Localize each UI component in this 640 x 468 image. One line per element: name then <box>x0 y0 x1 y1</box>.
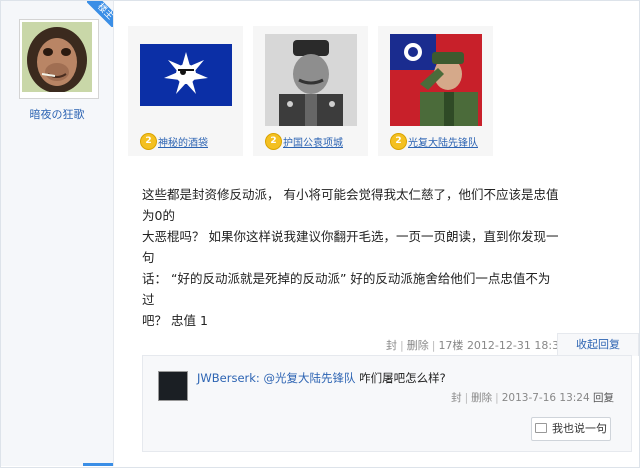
level-icon: 2 <box>265 133 282 150</box>
comment-icon <box>535 423 547 433</box>
level-icon: 2 <box>390 133 407 150</box>
reply-line: JWBerserk: @光复大陆先锋队 咋们屠吧怎么样? <box>197 370 446 386</box>
card-yuan[interactable]: 2 护国公袁项城 <box>253 26 368 156</box>
column-accent <box>83 463 113 466</box>
reply-time: 2013-7-16 13:24 <box>501 392 590 404</box>
owner-badge: 楼主 <box>87 1 113 27</box>
post-content: 这些都是封资修反动派， 有小将可能会觉得我太仁慈了，他们不应该是忠值为0的 大恶… <box>142 184 562 331</box>
reply-area: JWBerserk: @光复大陆先锋队 咋们屠吧怎么样? 封 | 删除 | 2013-7… <box>142 355 632 452</box>
reply-username[interactable]: JWBerserk: <box>197 371 260 385</box>
post-line: 话： “好的反动派就是死掉的反动派” 好的反动派施舍给他们一点忠值不为过 <box>142 271 551 307</box>
say-something-button[interactable]: 我也说一句 <box>531 417 611 441</box>
reply-mention[interactable]: @光复大陆先锋队 <box>263 371 355 385</box>
author-username[interactable]: 暗夜の狂歌 <box>1 106 113 122</box>
reply-text: 咋们屠吧怎么样? <box>359 371 446 385</box>
author-column: 楼主 暗夜の狂歌 <box>1 1 114 466</box>
card-name[interactable]: 光复大陆先锋队 <box>408 134 478 149</box>
reply-meta: 封 | 删除 | 2013-7-16 13:24 回复 <box>451 392 614 404</box>
level-icon: 2 <box>140 133 157 150</box>
floor-number: 17楼 <box>438 339 464 352</box>
post-meta: 封 | 删除 | 17楼 2012-12-31 18:34 <box>386 339 567 352</box>
post-line: 这些都是封资修反动派， 有小将可能会觉得我太仁慈了，他们不应该是忠值为0的 <box>142 187 559 223</box>
reply-link[interactable]: 回复 <box>593 392 614 404</box>
chimp-avatar-image <box>22 22 92 92</box>
retract-reply-button[interactable]: 收起回复 <box>557 333 639 356</box>
seal-link[interactable]: 封 <box>451 392 462 404</box>
post-line: 吧？ 忠值 1 <box>142 313 208 328</box>
say-button-label: 我也说一句 <box>552 422 607 435</box>
card-kmt-flag[interactable]: 2 神秘的酒袋 <box>128 26 243 156</box>
kmt-flag-pirate-image <box>140 44 232 106</box>
card-name[interactable]: 护国公袁项城 <box>283 134 343 149</box>
reply-avatar[interactable] <box>158 371 188 401</box>
seal-link[interactable]: 封 <box>386 339 397 352</box>
yuan-shikai-portrait-image <box>265 34 357 126</box>
card-name[interactable]: 神秘的酒袋 <box>158 134 208 149</box>
avatar[interactable] <box>19 19 99 99</box>
post-line: 大恶棍吗？ 如果你这样说我建议你翻开毛选，一页一页朗读，直到你发现一句 <box>142 229 559 265</box>
post-time: 2012-12-31 18:34 <box>466 339 567 352</box>
card-vanguard[interactable]: 2 光复大陆先锋队 <box>378 26 493 156</box>
delete-link[interactable]: 删除 <box>407 339 429 352</box>
delete-link[interactable]: 删除 <box>471 392 492 404</box>
soldier-salute-flag-image <box>390 34 482 126</box>
